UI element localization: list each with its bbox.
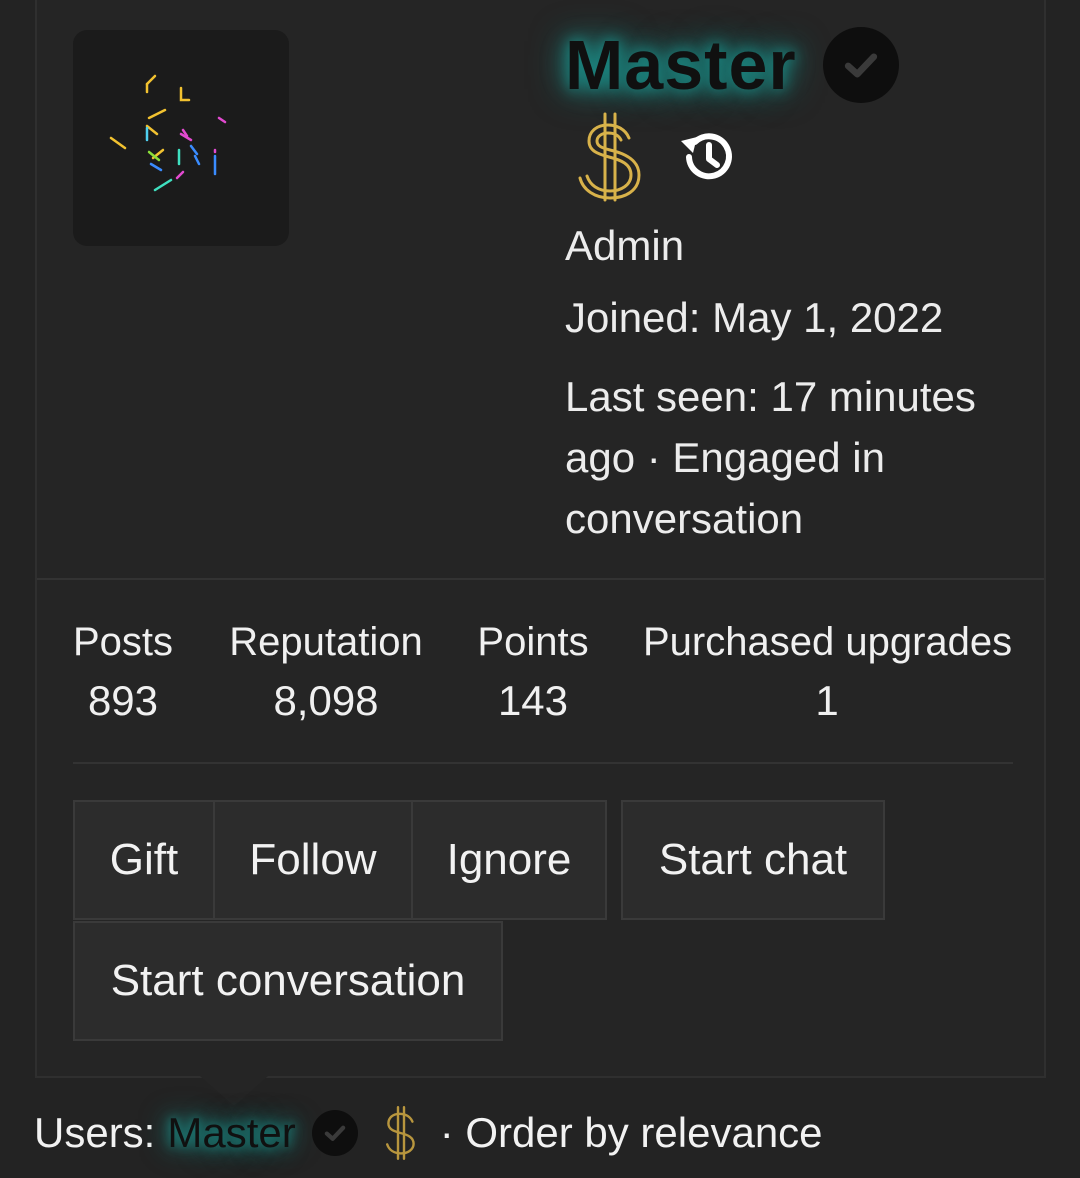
order-by-link[interactable]: · Order by relevance	[440, 1109, 823, 1157]
dollar-badge-icon	[380, 1106, 422, 1160]
start-chat-button[interactable]: Start chat	[621, 800, 885, 920]
last-seen: Last seen: 17 minutes ago · Engaged in c…	[565, 373, 976, 542]
stat-points[interactable]: Points 143	[475, 620, 591, 725]
verified-check-icon	[311, 1110, 358, 1156]
ignore-button[interactable]: Ignore	[411, 800, 607, 920]
dollar-badge-icon	[575, 112, 645, 202]
start-conversation-button[interactable]: Start conversation	[73, 921, 503, 1041]
divider	[37, 578, 1044, 580]
gift-button[interactable]: Gift	[73, 800, 215, 920]
stat-value: 8,098	[273, 677, 379, 724]
stat-label: Purchased upgrades	[643, 620, 1013, 664]
stat-value: 1	[815, 677, 839, 724]
search-summary: Users: Master · Order by relevance	[34, 1106, 823, 1160]
stat-posts[interactable]: Posts 893	[73, 620, 173, 725]
name-row: Master	[565, 20, 899, 110]
history-icon	[675, 125, 739, 189]
divider	[73, 762, 1013, 764]
stat-value: 143	[497, 677, 569, 724]
user-role: Admin	[565, 222, 685, 269]
stat-value: 893	[87, 677, 159, 724]
stat-label: Points	[477, 620, 589, 664]
follow-button[interactable]: Follow	[213, 800, 413, 920]
joined-date: Joined: May 1, 2022	[565, 294, 944, 341]
stat-label: Posts	[73, 620, 174, 664]
verified-check-icon	[822, 27, 899, 103]
profile-username[interactable]: Master	[565, 25, 797, 105]
avatar[interactable]	[73, 30, 289, 246]
avatar-logo-icon	[109, 74, 227, 192]
stat-reputation[interactable]: Reputation 8,098	[228, 620, 424, 725]
stat-purchased-upgrades[interactable]: Purchased upgrades 1	[643, 620, 1013, 725]
footer-username-link[interactable]: Master	[167, 1109, 295, 1157]
member-tooltip-card: Master Admin Joined: May 1, 2022 Last se…	[35, 0, 1046, 1078]
tooltip-pointer	[200, 1076, 268, 1106]
users-label: Users:	[34, 1109, 156, 1156]
stat-label: Reputation	[229, 620, 423, 664]
badges-row	[575, 112, 739, 202]
